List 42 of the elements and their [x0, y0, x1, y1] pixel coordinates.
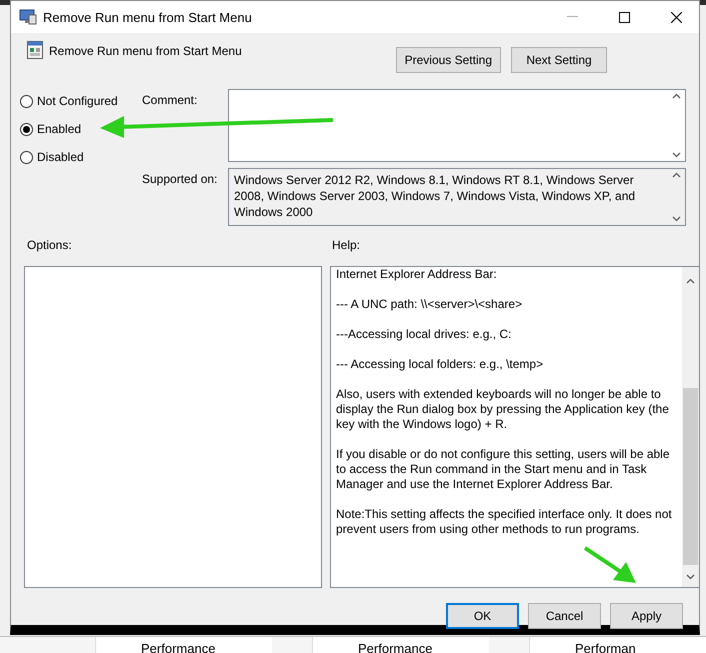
- radio-button[interactable]: [20, 122, 33, 136]
- help-paragraph: Note:This setting affects the specified interface only. It does not prevent users from using other methods to run programs.: [336, 507, 673, 537]
- scroll-down-icon[interactable]: [686, 574, 695, 580]
- maximize-icon: [618, 12, 630, 22]
- monitor-icon: [19, 9, 37, 25]
- arrow-annotation: [584, 546, 636, 583]
- scroll-up-icon[interactable]: [672, 172, 681, 178]
- dialog-button[interactable]: Cancel: [528, 603, 601, 629]
- setting-nav-button[interactable]: Previous Setting: [396, 47, 501, 73]
- scroll-down-icon[interactable]: [672, 216, 681, 222]
- window-title: Remove Run menu from Start Menu: [43, 10, 253, 24]
- help-paragraph: --- Accessing local folders: e.g., \temp>: [336, 357, 544, 372]
- setting-nav-button[interactable]: Next Setting: [511, 47, 607, 73]
- radio-label: Not Configured: [37, 94, 118, 108]
- setting-title: Remove Run menu from Start Menu: [49, 44, 243, 58]
- close-icon: [670, 12, 682, 22]
- help-paragraph: --- A UNC path: \\<server>\<share>: [336, 297, 524, 312]
- radio-button[interactable]: [20, 94, 33, 108]
- supported-text: Windows Server 2012 R2, Windows 8.1, Windows RT 8.1, Windows Server 2008, Windows Server 2003, Windows 7, Windows Vista, Windows XP, and Windows 2000: [234, 173, 636, 219]
- comment-field[interactable]: [228, 89, 686, 162]
- dialog-button[interactable]: OK: [446, 603, 519, 629]
- help-paragraph: If you disable or do not configure this setting, users will be able to access the Run command in the Start menu and in Task Manager and use the Internet Explorer Address Bar.: [336, 447, 671, 492]
- radio-label: Enabled: [37, 122, 82, 136]
- radio-label: Disabled: [37, 150, 84, 164]
- scrollbar[interactable]: [682, 267, 699, 587]
- options-label: Options:: [27, 238, 73, 254]
- column-header: Performance: [312, 637, 489, 653]
- scroll-up-icon[interactable]: [686, 278, 695, 284]
- policy-icon: [27, 41, 43, 59]
- help-paragraph: Internet Explorer Address Bar:: [336, 267, 498, 282]
- minimize-icon: [566, 16, 578, 18]
- dialog-button[interactable]: Apply: [610, 603, 683, 629]
- help-paragraph: ---Accessing local drives: e.g., C:: [336, 327, 512, 342]
- column-header: Performan: [529, 637, 706, 653]
- column-header: Performance: [95, 637, 272, 653]
- scroll-down-icon[interactable]: [672, 152, 681, 158]
- comment-label: Comment:: [142, 92, 198, 109]
- supported-label: Supported on:: [142, 171, 218, 188]
- help-label: Help:: [332, 238, 362, 254]
- scroll-up-icon[interactable]: [672, 93, 681, 99]
- help-paragraph: Also, users with extended keyboards will no longer be able to display the Run dialog box by pressing the Application key (the key with the Windows logo) + R.: [336, 387, 670, 432]
- radio-button[interactable]: [20, 150, 33, 164]
